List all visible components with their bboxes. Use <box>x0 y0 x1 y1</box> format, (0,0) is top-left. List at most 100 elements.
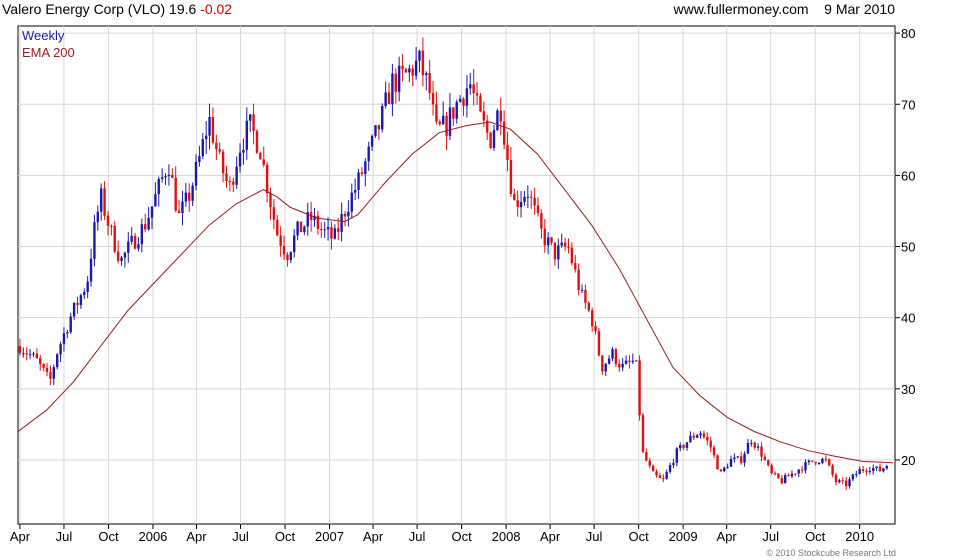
candle-body <box>49 371 52 379</box>
candle-body <box>567 246 570 248</box>
candle-body <box>499 110 502 122</box>
candle-body <box>641 415 645 453</box>
candle-body <box>296 221 299 236</box>
candle-body <box>797 469 800 474</box>
candle-body <box>59 344 62 355</box>
candle-body <box>96 211 100 223</box>
candle-body <box>100 188 103 212</box>
candle-body <box>211 116 215 143</box>
candle-body <box>570 247 574 263</box>
candle-body <box>360 172 364 174</box>
candle-body <box>384 92 387 106</box>
candle-body <box>502 121 506 145</box>
y-tick-label: 60 <box>901 168 915 183</box>
candle-body <box>364 161 367 174</box>
candle-body <box>79 295 83 306</box>
x-tick-label: 2009 <box>669 529 698 544</box>
x-tick-label: Jul <box>56 529 73 544</box>
candle-body <box>448 107 452 136</box>
candle-body <box>191 185 194 201</box>
candle-body <box>689 435 692 443</box>
y-tick-label: 70 <box>901 97 915 112</box>
candle-body <box>303 226 306 233</box>
candle-body <box>475 93 479 96</box>
candle-body <box>814 461 817 464</box>
candle-body <box>526 196 530 198</box>
candle-body <box>783 475 787 484</box>
candle-body <box>401 65 404 70</box>
candle-body <box>157 178 160 195</box>
candle-body <box>204 135 208 140</box>
candle-body <box>658 475 662 478</box>
candle-body <box>590 310 594 327</box>
candle-body <box>723 467 726 472</box>
candle-body <box>668 465 672 472</box>
candle-body <box>638 360 641 416</box>
candle-body <box>232 181 235 185</box>
candle-body <box>648 460 651 466</box>
candle-body <box>282 245 286 255</box>
candle-body <box>760 446 763 457</box>
candle-body <box>848 479 851 487</box>
candle-body <box>381 105 384 130</box>
candle-body <box>137 244 140 249</box>
candle-body <box>645 452 648 461</box>
x-tick-label: Jul <box>409 529 426 544</box>
candle-body <box>523 196 526 202</box>
candle-body <box>587 302 590 311</box>
candle-body <box>76 302 79 306</box>
candle-body <box>574 262 577 270</box>
candle-body <box>72 302 76 317</box>
candle-body <box>441 115 445 125</box>
candle-body <box>868 470 872 472</box>
candle-body <box>147 217 150 230</box>
x-tick-label: Oct <box>275 529 296 544</box>
candle-body <box>184 192 188 202</box>
candle-body <box>492 130 496 148</box>
y-tick-label: 40 <box>901 311 915 326</box>
candle-body <box>699 433 702 436</box>
candle-body <box>25 353 28 355</box>
candle-body <box>357 172 360 190</box>
candle-body <box>320 228 323 230</box>
candle-body <box>225 173 228 181</box>
candle-body <box>83 292 86 296</box>
candle-body <box>188 192 191 201</box>
candle-body <box>127 241 130 253</box>
candle-body <box>702 433 706 437</box>
candle-body <box>201 139 204 157</box>
candle-body <box>828 459 831 466</box>
candle-body <box>245 120 249 150</box>
candle-body <box>374 125 377 136</box>
candle-body <box>729 458 733 467</box>
candle-body <box>438 121 442 125</box>
candle-body <box>42 364 45 368</box>
candle-body <box>506 144 509 161</box>
candle-body <box>651 465 655 472</box>
candle-body <box>712 447 716 456</box>
candle-body <box>773 473 777 475</box>
candle-body <box>465 88 469 106</box>
candle-body <box>421 50 425 76</box>
candle-body <box>695 435 699 438</box>
candle-body <box>855 474 858 476</box>
candle-body <box>580 289 584 291</box>
candle-body <box>536 205 540 214</box>
candle-body <box>628 360 631 363</box>
candle-body <box>330 227 333 239</box>
candle-body <box>238 152 242 167</box>
candle-body <box>181 201 184 214</box>
candle-body <box>800 469 804 471</box>
candle-body <box>706 436 709 441</box>
copyright-note: © 2010 Stockcube Research Ltd <box>766 548 896 558</box>
candle-body <box>174 177 177 211</box>
candle-body <box>299 221 303 233</box>
candle-body <box>218 149 221 152</box>
candle-body <box>55 354 59 368</box>
candle-body <box>337 228 340 232</box>
candle-body <box>885 466 888 469</box>
candle-body <box>262 159 265 165</box>
x-tick-label: Apr <box>363 529 384 544</box>
candle-body <box>167 174 171 177</box>
candle-body <box>631 360 635 363</box>
